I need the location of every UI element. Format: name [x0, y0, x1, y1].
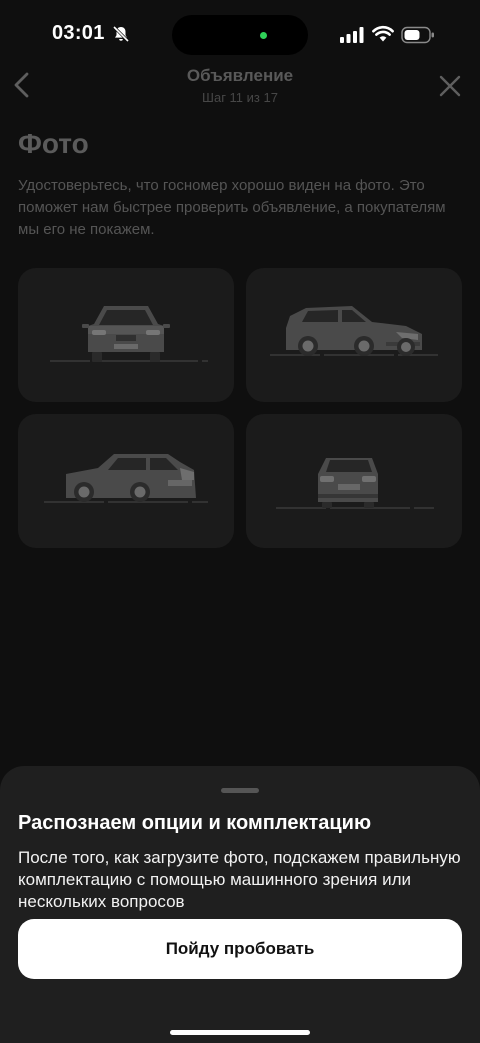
wifi-icon [372, 26, 394, 42]
sheet-grabber[interactable] [221, 788, 259, 793]
page-description: Удостоверьтесь, что госномер хорошо виде… [18, 177, 446, 238]
screen: 03:01 Объявление Шаг 11 из 17 Фото Удост… [0, 0, 480, 1043]
photo-slot-front[interactable] [18, 268, 234, 402]
try-button[interactable]: Пойду пробовать [18, 919, 462, 979]
sheet-title: Распознаем опции и комплектацию [18, 812, 372, 834]
status-time: 03:01 [52, 22, 105, 44]
photo-slot-rear[interactable] [246, 414, 462, 548]
dynamic-island [172, 15, 308, 55]
close-icon[interactable] [438, 74, 462, 98]
bell-slash-icon [112, 25, 130, 43]
car-rear-side-icon [44, 454, 208, 503]
status-bar: 03:01 [0, 0, 480, 70]
step-indicator: Шаг 11 из 17 [202, 90, 278, 105]
header-title: Объявление [186, 66, 294, 85]
cellular-signal-icon [340, 27, 364, 43]
car-front-side-icon [270, 306, 438, 356]
car-rear-icon [276, 458, 434, 509]
car-front-icon [50, 306, 208, 362]
camera-indicator [260, 32, 267, 39]
photo-slot-front-side[interactable] [246, 268, 462, 402]
page-title: Фото [18, 128, 89, 159]
bottom-sheet: Распознаем опции и комплектацию После то… [0, 766, 480, 1043]
photo-slot-rear-side[interactable] [18, 414, 234, 548]
battery-icon [401, 26, 434, 44]
home-indicator [170, 1030, 310, 1035]
sheet-body: После того, как загрузите фото, подскаже… [18, 848, 461, 911]
